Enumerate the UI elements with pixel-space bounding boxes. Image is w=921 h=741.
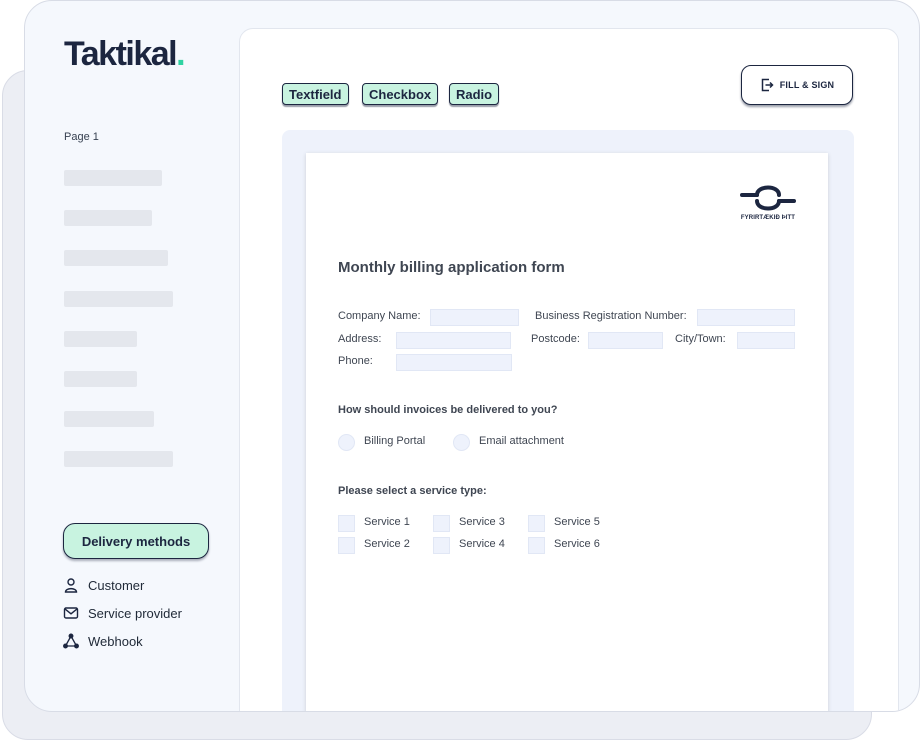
checkbox-label: Service 6 (554, 538, 600, 550)
document-canvas: FYRIRTÆKIÐ ÞITT Monthly billing applicat… (282, 130, 854, 711)
page-skeleton-line (64, 210, 152, 226)
checkbox-label: Service 3 (459, 516, 505, 528)
fill-and-sign-label: FILL & SIGN (779, 80, 835, 90)
form-title: Monthly billing application form (338, 259, 565, 276)
phone-field[interactable] (396, 354, 512, 371)
checkbox-label: Service 5 (554, 516, 600, 528)
page-skeleton-line (64, 371, 137, 387)
radio-email-attachment[interactable] (453, 434, 470, 451)
sign-document-icon (761, 78, 774, 92)
address-field[interactable] (396, 332, 511, 349)
business-reg-field[interactable] (697, 309, 795, 326)
business-reg-label: Business Registration Number: (535, 310, 687, 322)
webhook-icon (63, 633, 79, 649)
method-label: Webhook (88, 633, 143, 649)
checkbox-service-6[interactable] (528, 537, 545, 554)
checkbox-service-2[interactable] (338, 537, 355, 554)
radio-billing-portal[interactable] (338, 434, 355, 451)
method-webhook[interactable]: Webhook (63, 631, 143, 651)
company-logo-text: FYRIRTÆKIÐ ÞITT (740, 215, 796, 221)
phone-label: Phone: (338, 355, 373, 367)
editor-panel: Textfield Checkbox Radio FILL & SIGN FYR… (239, 28, 899, 711)
page-skeleton-line (64, 331, 137, 347)
method-service-provider[interactable]: Service provider (63, 603, 182, 623)
company-logo: FYRIRTÆKIÐ ÞITT (738, 183, 798, 221)
city-label: City/Town: (675, 333, 726, 345)
checkbox-service-5[interactable] (528, 515, 545, 532)
page-label[interactable]: Page 1 (64, 131, 99, 143)
postcode-label: Postcode: (531, 333, 580, 345)
textfield-chip[interactable]: Textfield (282, 83, 349, 105)
invoice-question: How should invoices be delivered to you? (338, 404, 558, 416)
company-name-field[interactable] (430, 309, 519, 326)
address-label: Address: (338, 333, 382, 345)
method-label: Customer (88, 577, 145, 593)
document-page: FYRIRTÆKIÐ ÞITT Monthly billing applicat… (306, 153, 828, 711)
method-customer[interactable]: Customer (63, 575, 144, 595)
company-name-label: Company Name: (338, 310, 421, 322)
fill-and-sign-button[interactable]: FILL & SIGN (741, 65, 853, 105)
checkbox-service-1[interactable] (338, 515, 355, 532)
company-logo-icon (740, 185, 796, 211)
checkbox-label: Service 2 (364, 538, 410, 550)
radio-chip[interactable]: Radio (449, 83, 500, 105)
radio-label: Email attachment (479, 435, 564, 447)
mail-icon (63, 607, 79, 619)
checkbox-label: Service 4 (459, 538, 505, 550)
checkbox-service-4[interactable] (433, 537, 450, 554)
page-skeleton-line (64, 451, 173, 467)
method-label: Service provider (88, 605, 182, 621)
page-skeleton-line (64, 291, 173, 307)
taktikal-logo: Taktikal. (64, 35, 186, 73)
page-skeleton-line (64, 411, 154, 427)
service-question: Please select a service type: (338, 485, 487, 497)
delivery-methods-button[interactable]: Delivery methods (63, 523, 209, 559)
app-window: Taktikal. Page 1 Delivery methods Custom… (24, 0, 920, 712)
page-skeleton-line (64, 250, 168, 266)
city-field[interactable] (737, 332, 795, 349)
checkbox-service-3[interactable] (433, 515, 450, 532)
page-skeleton-line (64, 170, 162, 186)
user-icon (64, 578, 78, 593)
postcode-field[interactable] (588, 332, 663, 349)
checkbox-chip[interactable]: Checkbox (362, 83, 439, 105)
checkbox-label: Service 1 (364, 516, 410, 528)
radio-label: Billing Portal (364, 435, 426, 447)
